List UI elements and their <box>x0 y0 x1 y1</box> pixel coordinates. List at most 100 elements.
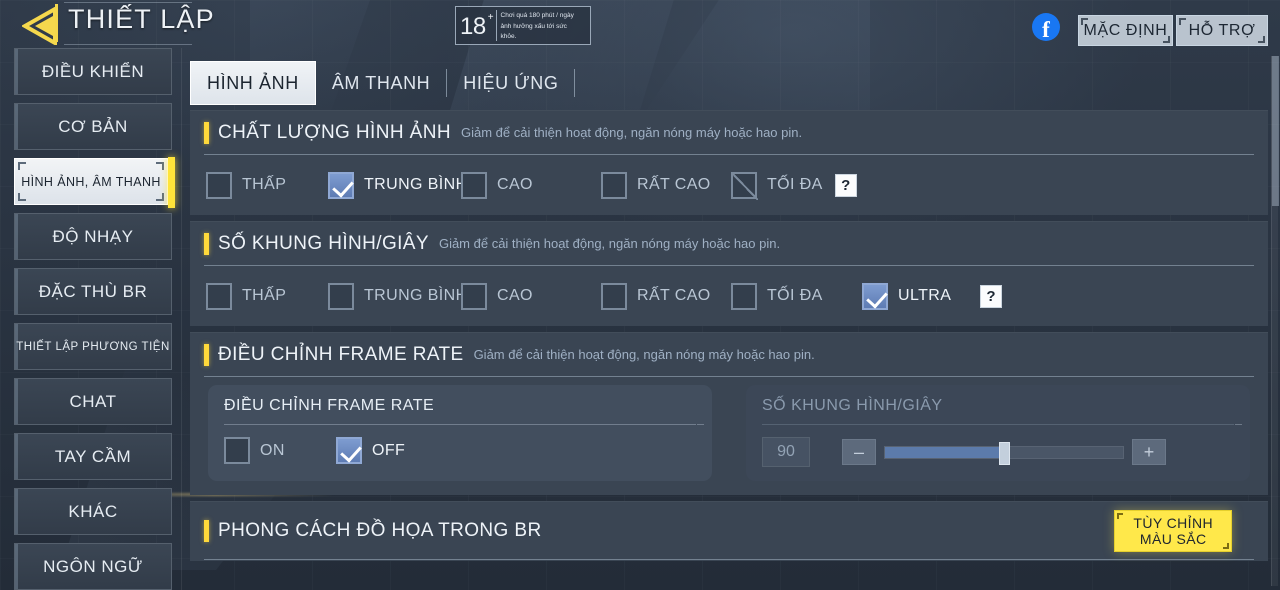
help-icon-label: ? <box>986 287 996 305</box>
scrollbar-track[interactable] <box>1271 56 1279 586</box>
header-bar: THIẾT LẬP 18 + Chơi quá 180 phút / ngày … <box>0 0 1280 52</box>
option-label: ON <box>260 441 285 459</box>
sidebar-item-label: ĐIỀU KHIỂN <box>41 61 145 81</box>
sidebar-item-ngon-ngu[interactable]: NGÔN NGỮ <box>14 543 172 590</box>
option-off[interactable]: OFF <box>336 437 405 464</box>
checkbox[interactable] <box>206 171 232 199</box>
sidebar-item-label: KHÁC <box>68 501 118 521</box>
checkbox[interactable] <box>731 282 757 310</box>
frame-rate-toggle-panel: ĐIỀU CHỈNH FRAME RATE ON OFF <box>208 385 712 481</box>
tab-label: ÂM THANH <box>331 72 431 93</box>
checkbox[interactable] <box>601 171 627 199</box>
option-label: ULTRA <box>898 287 952 304</box>
fps-value: 90 <box>777 443 795 460</box>
increment-button[interactable]: + <box>1132 439 1166 465</box>
sidebar-item-label: ĐỘ NHẠY <box>52 226 134 246</box>
age-badge-divider <box>495 10 497 41</box>
sidebar-item-co-ban[interactable]: CƠ BẢN <box>14 103 172 150</box>
tab-bar: HÌNH ẢNH ÂM THANH HIỆU ỨNG <box>190 61 576 105</box>
title-rule-bottom <box>64 44 192 45</box>
option-cao[interactable]: CAO <box>461 282 601 310</box>
facebook-icon[interactable]: f <box>1032 13 1060 41</box>
checkbox[interactable] <box>328 282 354 310</box>
corner-mark <box>156 162 164 170</box>
sub-panel-divider <box>762 424 1242 425</box>
corner-mark <box>156 193 164 201</box>
section-fps: SỐ KHUNG HÌNH/GIÂY Giảm để cải thiện hoạ… <box>190 221 1268 326</box>
sidebar-item-chat[interactable]: CHAT <box>14 378 172 425</box>
checkbox-checked[interactable] <box>862 282 888 310</box>
corner-mark <box>1258 36 1265 43</box>
option-trung-binh[interactable]: TRUNG BÌNH <box>328 282 467 310</box>
checkbox[interactable] <box>461 282 487 310</box>
option-label: TỐI ĐA <box>767 176 823 193</box>
option-thap[interactable]: THẤP <box>206 282 328 310</box>
checkbox[interactable] <box>461 171 487 199</box>
fps-slider-knob[interactable] <box>999 441 1010 465</box>
plus-icon: + <box>1143 442 1155 462</box>
option-thap[interactable]: THẤP <box>206 171 328 199</box>
corner-mark <box>1117 513 1124 519</box>
sidebar-item-do-nhay[interactable]: ĐỘ NHẠY <box>14 213 172 260</box>
title-divider <box>55 4 58 42</box>
option-rat-cao[interactable]: RẤT CAO <box>601 282 731 310</box>
tab-label: HÌNH ẢNH <box>207 72 299 93</box>
fps-options: THẤP TRUNG BÌNH CAO RẤT CAO TỐI ĐA ULTRA… <box>190 266 1268 326</box>
custom-color-button-line1: TÙY CHỈNH <box>1133 515 1213 531</box>
tab-hieu-ung[interactable]: HIỆU ỨNG <box>447 61 574 105</box>
sub-panel-title: ĐIỀU CHỈNH FRAME RATE <box>224 397 435 414</box>
option-toi-da[interactable]: TỐI ĐA <box>731 171 823 200</box>
option-ultra[interactable]: ULTRA <box>862 282 980 310</box>
checkbox[interactable] <box>224 437 250 464</box>
support-button[interactable]: HỖ TRỢ <box>1176 15 1268 46</box>
sidebar-item-label: CHAT <box>69 391 117 411</box>
sidebar-item-tay-cam[interactable]: TAY CẦM <box>14 433 172 480</box>
checkbox[interactable] <box>601 282 627 310</box>
help-icon[interactable]: ? <box>834 173 857 197</box>
help-icon-label: ? <box>841 176 851 194</box>
custom-color-button[interactable]: TÙY CHỈNH MÀU SẮC <box>1114 510 1232 552</box>
tab-am-thanh[interactable]: ÂM THANH <box>316 61 446 105</box>
option-label: THẤP <box>242 176 287 193</box>
section-accent-bar <box>204 122 209 144</box>
option-rat-cao[interactable]: RẤT CAO <box>601 171 731 199</box>
image-quality-options: THẤP TRUNG BÌNH CAO RẤT CAO TỐI ĐA ? <box>190 155 1268 215</box>
support-button-label: HỖ TRỢ <box>1188 21 1256 39</box>
scrollbar-thumb[interactable] <box>1272 56 1279 206</box>
sidebar-item-thiet-lap-phuong-tien[interactable]: THIẾT LẬP PHƯƠNG TIỆN <box>14 323 172 370</box>
option-label: TỐI ĐA <box>767 287 823 304</box>
option-trung-binh[interactable]: TRUNG BÌNH <box>328 171 467 199</box>
section-header: SỐ KHUNG HÌNH/GIÂY Giảm để cải thiện hoạ… <box>190 222 1268 266</box>
option-label: THẤP <box>242 287 287 304</box>
sidebar-item-label: CƠ BẢN <box>58 116 128 136</box>
checkbox-checked[interactable] <box>328 171 354 199</box>
checkbox-checked[interactable] <box>336 437 362 464</box>
option-cao[interactable]: CAO <box>461 171 601 199</box>
help-icon[interactable]: ? <box>980 284 1002 308</box>
sidebar-item-label: TAY CẦM <box>54 446 132 466</box>
fps-slider-track[interactable] <box>884 441 1124 465</box>
option-toi-da[interactable]: TỐI ĐA <box>731 282 862 310</box>
tab-hinh-anh[interactable]: HÌNH ẢNH <box>190 61 316 105</box>
age-rating-warning-text: Chơi quá 180 phút / ngày ảnh hưởng xấu t… <box>500 12 574 40</box>
section-header: CHẤT LƯỢNG HÌNH ẢNH Giảm để cải thiện ho… <box>190 111 1268 155</box>
option-label: TRUNG BÌNH <box>364 176 468 193</box>
default-button[interactable]: MẶC ĐỊNH <box>1078 15 1173 46</box>
option-on[interactable]: ON <box>224 437 336 464</box>
back-arrow-icon[interactable] <box>22 6 68 46</box>
fps-value-box: 90 <box>762 437 810 467</box>
option-label: TRUNG BÌNH <box>364 287 468 304</box>
sidebar-item-label: NGÔN NGỮ <box>43 556 143 576</box>
sidebar-item-hinh-anh-am-thanh[interactable]: HÌNH ẢNH, ÂM THANH <box>14 157 175 208</box>
sidebar-item-khac[interactable]: KHÁC <box>14 488 172 535</box>
checkbox[interactable] <box>206 282 232 310</box>
section-image-quality: CHẤT LƯỢNG HÌNH ẢNH Giảm để cải thiện ho… <box>190 110 1268 215</box>
section-header: ĐIỀU CHỈNH FRAME RATE Giảm để cải thiện … <box>190 333 1268 377</box>
frame-rate-toggle-options: ON OFF <box>224 437 696 464</box>
sidebar-item-label: THIẾT LẬP PHƯƠNG TIỆN <box>16 340 170 353</box>
decrement-button[interactable]: – <box>842 439 876 465</box>
corner-mark <box>18 193 26 201</box>
sidebar-item-dieu-khien[interactable]: ĐIỀU KHIỂN <box>14 48 172 95</box>
tab-divider <box>574 69 576 97</box>
sidebar-item-dac-thu-br[interactable]: ĐẶC THÙ BR <box>14 268 172 315</box>
